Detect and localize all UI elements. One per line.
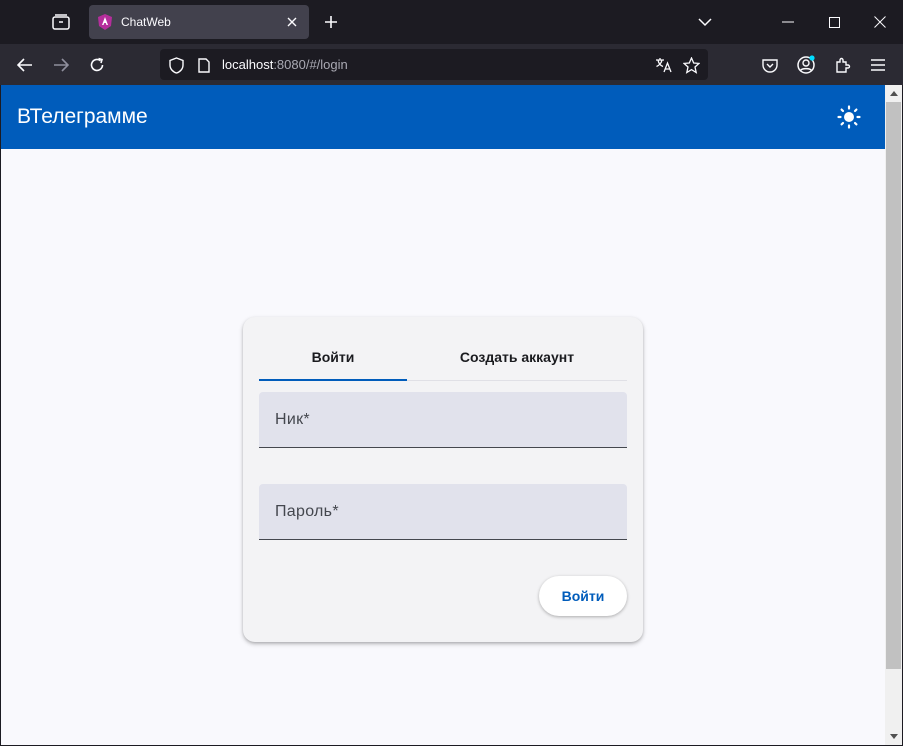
window-close-icon[interactable] bbox=[857, 0, 903, 44]
browser-tab[interactable]: ChatWeb bbox=[89, 5, 309, 39]
url-host: localhost bbox=[222, 57, 274, 72]
url-text[interactable]: localhost:8080/#/login bbox=[222, 57, 348, 72]
auth-tabs: Войти Создать аккаунт bbox=[259, 333, 627, 381]
chevron-down-icon[interactable] bbox=[692, 9, 718, 35]
app-title: ВТелеграмме bbox=[17, 105, 148, 128]
password-field[interactable]: Пароль* bbox=[259, 484, 627, 540]
password-field-label: Пароль* bbox=[275, 503, 339, 520]
scrollbar-thumb[interactable] bbox=[886, 102, 901, 669]
login-submit-button[interactable]: Войти bbox=[539, 576, 627, 616]
minimize-icon[interactable] bbox=[765, 0, 811, 44]
back-arrow-icon[interactable] bbox=[11, 51, 39, 79]
nick-field[interactable]: Ник* bbox=[259, 392, 627, 448]
hamburger-menu-icon[interactable] bbox=[864, 51, 892, 79]
login-card: Войти Создать аккаунт Ник* Пароль* Войти bbox=[243, 317, 643, 642]
translate-icon[interactable] bbox=[653, 54, 675, 76]
page-viewport: ВТелеграмме Войти Создать аккаунт Ник* П… bbox=[1, 85, 885, 745]
maximize-icon[interactable] bbox=[811, 0, 857, 44]
tab-login-label: Войти bbox=[311, 349, 355, 365]
browser-navbar: localhost:8080/#/login bbox=[0, 44, 903, 85]
account-icon[interactable] bbox=[792, 51, 820, 79]
app-toolbar: ВТелеграмме bbox=[1, 85, 885, 149]
close-icon[interactable] bbox=[283, 13, 301, 31]
tab-list-icon[interactable] bbox=[46, 8, 76, 36]
nick-field-label: Ник* bbox=[275, 411, 310, 428]
url-path: :8080/#/login bbox=[273, 57, 348, 72]
extensions-icon[interactable] bbox=[828, 51, 856, 79]
tab-login[interactable]: Войти bbox=[259, 333, 407, 381]
page-icon[interactable] bbox=[194, 55, 214, 75]
star-icon[interactable] bbox=[680, 54, 702, 76]
scroll-down-arrow-icon[interactable] bbox=[885, 728, 902, 745]
angular-icon bbox=[97, 14, 113, 30]
tab-create-account[interactable]: Создать аккаунт bbox=[447, 333, 587, 381]
tab-create-account-label: Создать аккаунт bbox=[459, 349, 575, 365]
login-submit-label: Войти bbox=[561, 588, 605, 604]
browser-tab-strip: ChatWeb bbox=[0, 0, 903, 44]
forward-arrow-icon[interactable] bbox=[47, 51, 75, 79]
reload-icon[interactable] bbox=[83, 51, 111, 79]
sun-icon[interactable] bbox=[833, 101, 865, 133]
pocket-icon[interactable] bbox=[756, 51, 784, 79]
scroll-up-arrow-icon[interactable] bbox=[885, 85, 902, 102]
page-scrollbar[interactable] bbox=[885, 85, 902, 745]
tab-title: ChatWeb bbox=[121, 15, 171, 29]
new-tab-icon[interactable] bbox=[318, 9, 344, 35]
url-bar[interactable]: localhost:8080/#/login bbox=[160, 49, 708, 80]
shield-icon[interactable] bbox=[166, 55, 186, 75]
active-tab-indicator bbox=[259, 379, 407, 381]
